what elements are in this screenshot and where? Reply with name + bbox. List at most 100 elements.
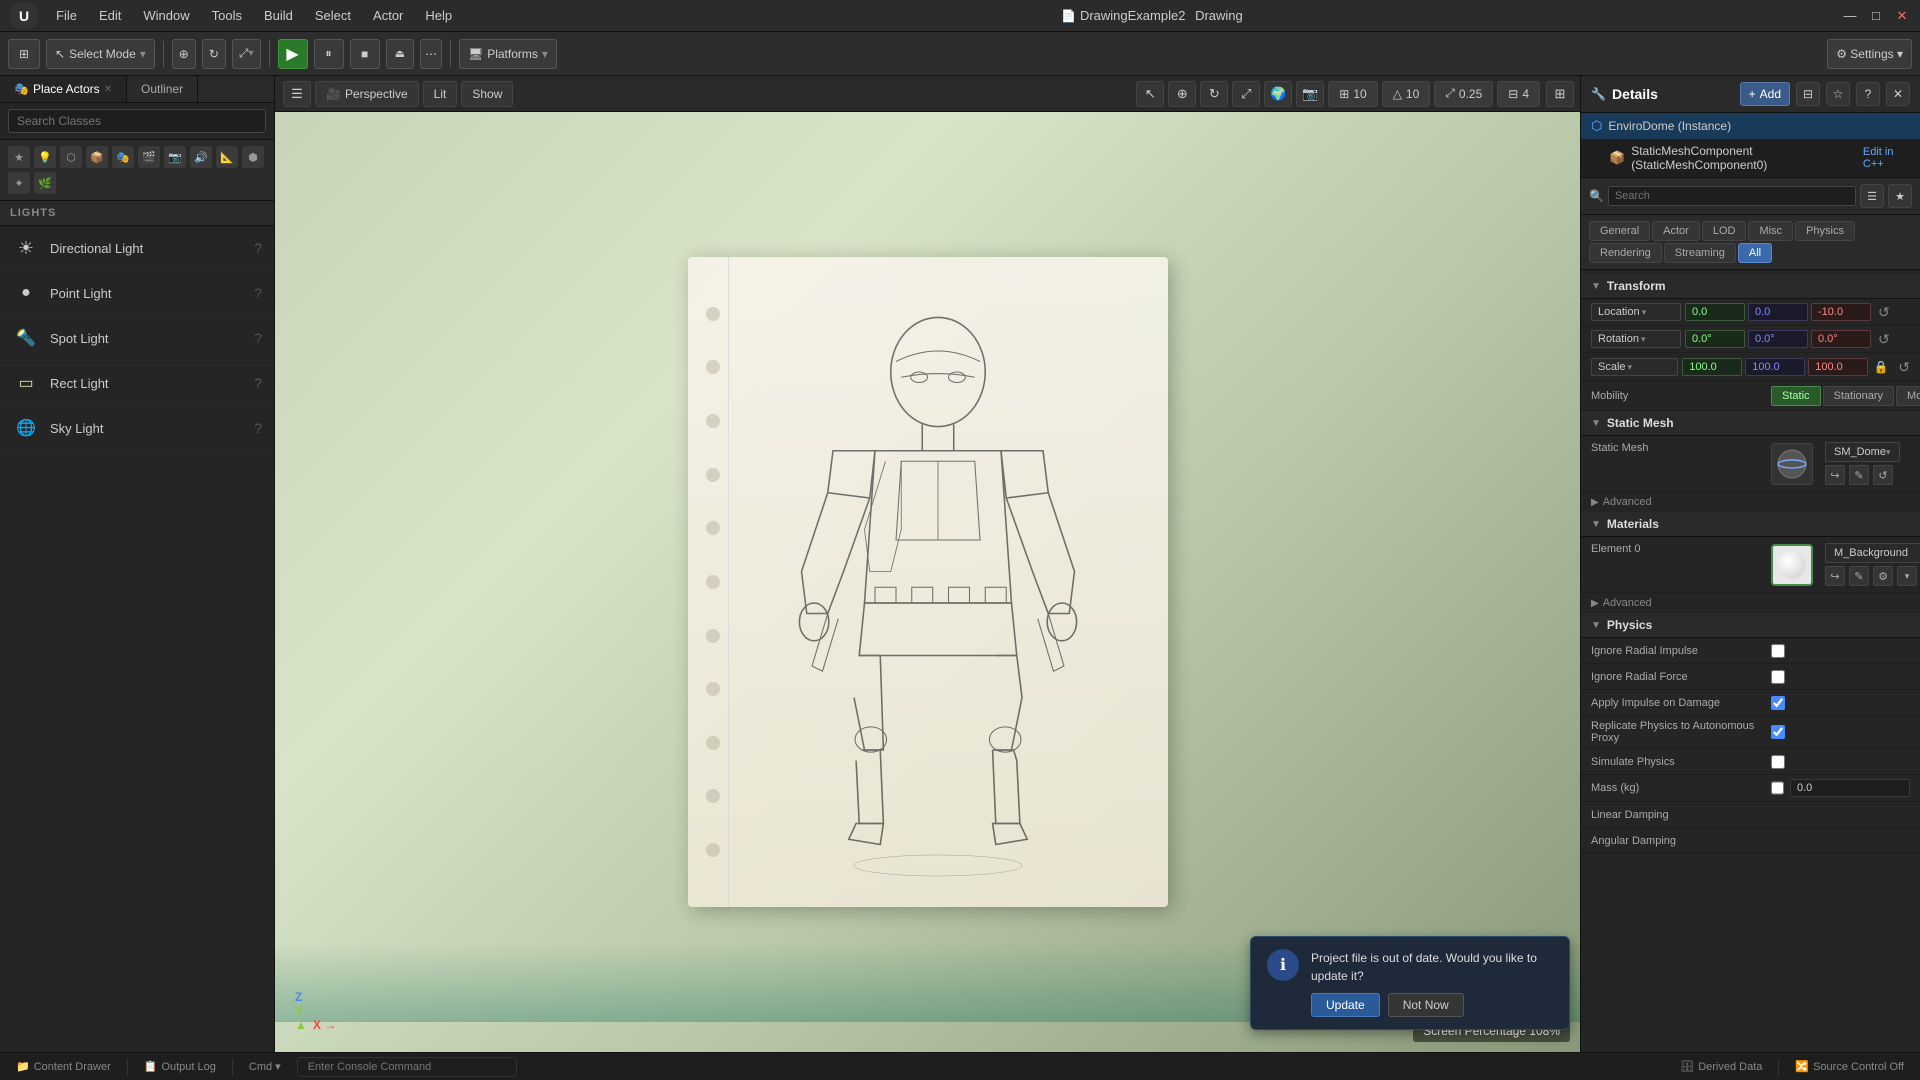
mesh-reset-icon[interactable]: ↺	[1873, 465, 1893, 485]
ignore-radial-force-checkbox[interactable]	[1771, 670, 1785, 684]
mobility-movable-button[interactable]: Movable	[1896, 386, 1920, 406]
camera-speed-icon[interactable]: 📷	[1296, 81, 1324, 107]
rotation-z-input[interactable]	[1811, 330, 1871, 348]
stop-button[interactable]: ■	[350, 39, 380, 69]
apply-impulse-checkbox[interactable]	[1771, 696, 1785, 710]
place-actors-close-icon[interactable]: ✕	[104, 84, 112, 95]
console-command-input[interactable]	[297, 1057, 517, 1077]
menu-file[interactable]: File	[46, 4, 87, 27]
static-mesh-section-header[interactable]: ▼ Static Mesh	[1581, 411, 1920, 436]
menu-window[interactable]: Window	[133, 4, 199, 27]
scale-z-input[interactable]	[1808, 358, 1868, 376]
rotation-x-input[interactable]	[1685, 330, 1745, 348]
spot-light-help-icon[interactable]: ?	[254, 330, 262, 346]
details-help-button[interactable]: ?	[1856, 82, 1880, 106]
filter-lights-icon[interactable]: 💡	[34, 146, 56, 168]
mass-input[interactable]	[1790, 779, 1910, 797]
viewport[interactable]: Z Y ▲ X → Screen Percentage 108%	[275, 112, 1580, 1052]
platforms-button[interactable]: 🖥 Platforms ▾	[459, 39, 557, 69]
minimize-button[interactable]: —	[1842, 8, 1858, 24]
location-reset-icon[interactable]: ↺	[1878, 304, 1890, 321]
rotation-reset-icon[interactable]: ↺	[1878, 331, 1890, 348]
material-navigate-icon[interactable]: ↪	[1825, 566, 1845, 586]
snap-translate-button[interactable]: ⊕	[172, 39, 196, 69]
actor-item-directional-light[interactable]: ☀ Directional Light ?	[0, 226, 274, 271]
play-button[interactable]: ▶	[278, 39, 308, 69]
menu-select[interactable]: Select	[305, 4, 361, 27]
filter-audio-icon[interactable]: 🔊	[190, 146, 212, 168]
tab-physics[interactable]: Physics	[1795, 221, 1855, 241]
snap-scale-button[interactable]: ⤢ ▾	[232, 39, 261, 69]
grid-size-button[interactable]: ⊞ 10	[1328, 81, 1377, 107]
physics-section-header[interactable]: ▼ Physics	[1581, 613, 1920, 638]
location-y-input[interactable]	[1748, 303, 1808, 321]
replicate-physics-checkbox[interactable]	[1771, 725, 1785, 739]
filter-actors-icon[interactable]: 🎭	[112, 146, 134, 168]
viewport-menu-button[interactable]: ☰	[283, 81, 311, 107]
filter-meshes-icon[interactable]: 📦	[86, 146, 108, 168]
snap-rotate-button[interactable]: ↻	[202, 39, 226, 69]
scale-dropdown[interactable]: Scale ▾	[1591, 358, 1678, 376]
sky-light-help-icon[interactable]: ?	[254, 420, 262, 436]
tab-streaming[interactable]: Streaming	[1664, 243, 1736, 263]
tab-actor[interactable]: Actor	[1652, 221, 1700, 241]
content-drawer-button[interactable]: 📁 Content Drawer	[10, 1058, 117, 1075]
show-button[interactable]: Show	[461, 81, 513, 107]
cmd-button[interactable]: Cmd ▾	[243, 1058, 287, 1075]
tab-misc[interactable]: Misc	[1748, 221, 1793, 241]
details-filter-icon[interactable]: ☰	[1860, 184, 1884, 208]
viewport-settings-icon[interactable]: ⊞	[1546, 81, 1574, 107]
scale-icon[interactable]: ⤢	[1232, 81, 1260, 107]
actor-item-sky-light[interactable]: 🌐 Sky Light ?	[0, 406, 274, 451]
scale-y-input[interactable]	[1745, 358, 1805, 376]
component-envirodome-instance[interactable]: ⬡ EnviroDome (Instance)	[1581, 113, 1920, 139]
scale-button[interactable]: ⤢ 0.25	[1434, 81, 1493, 107]
output-log-button[interactable]: 📋 Output Log	[138, 1058, 222, 1075]
close-button[interactable]: ✕	[1894, 8, 1910, 24]
angle-button[interactable]: △ 10	[1382, 81, 1431, 107]
actor-item-spot-light[interactable]: 🔦 Spot Light ?	[0, 316, 274, 361]
lit-button[interactable]: Lit	[423, 81, 458, 107]
filter-landscape-icon[interactable]: 🌿	[34, 172, 56, 194]
layers-button[interactable]: ⊟ 4	[1497, 81, 1540, 107]
filter-effects-icon[interactable]: ✦	[8, 172, 30, 194]
details-star-button[interactable]: ☆	[1826, 82, 1850, 106]
notification-update-button[interactable]: Update	[1311, 993, 1380, 1017]
eject-button[interactable]: ⏏	[386, 39, 414, 69]
actor-item-point-light[interactable]: ● Point Light ?	[0, 271, 274, 316]
location-dropdown[interactable]: Location ▾	[1591, 303, 1681, 321]
materials-advanced-row[interactable]: ▶ Advanced	[1581, 593, 1920, 613]
add-component-button[interactable]: + Add	[1740, 82, 1790, 106]
static-mesh-advanced-row[interactable]: ▶ Advanced	[1581, 492, 1920, 512]
location-z-input[interactable]	[1811, 303, 1871, 321]
menu-edit[interactable]: Edit	[89, 4, 131, 27]
menu-actor[interactable]: Actor	[363, 4, 413, 27]
perspective-button[interactable]: 🎥 Perspective	[315, 81, 419, 107]
details-close-button[interactable]: ✕	[1886, 82, 1910, 106]
mesh-edit-icon[interactable]: ✎	[1849, 465, 1869, 485]
settings-button[interactable]: ⚙ Settings ▾	[1827, 39, 1912, 69]
material-settings-icon[interactable]: ⚙	[1873, 566, 1893, 586]
mobility-static-button[interactable]: Static	[1771, 386, 1821, 406]
derived-data-button[interactable]: 🗄 Derived Data	[1674, 1058, 1768, 1075]
ignore-radial-impulse-checkbox[interactable]	[1771, 644, 1785, 658]
location-x-input[interactable]	[1685, 303, 1745, 321]
notification-not-now-button[interactable]: Not Now	[1388, 993, 1464, 1017]
tab-place-actors[interactable]: 🎭 Place Actors ✕	[0, 76, 127, 102]
details-star-filter-icon[interactable]: ★	[1888, 184, 1912, 208]
search-classes-input[interactable]	[8, 109, 266, 133]
point-light-help-icon[interactable]: ?	[254, 285, 262, 301]
material-edit-icon[interactable]: ✎	[1849, 566, 1869, 586]
material-dropdown[interactable]: M_Background ▾	[1825, 543, 1920, 563]
actor-item-rect-light[interactable]: ▭ Rect Light ?	[0, 361, 274, 406]
filter-shapes-icon[interactable]: ⬡	[60, 146, 82, 168]
details-search-input[interactable]	[1608, 186, 1856, 206]
menu-build[interactable]: Build	[254, 4, 303, 27]
pivot-icon[interactable]: ⊕	[1168, 81, 1196, 107]
maximize-button[interactable]: □	[1868, 8, 1884, 24]
filter-camera-icon[interactable]: 📷	[164, 146, 186, 168]
details-view-options-button[interactable]: ⊟	[1796, 82, 1820, 106]
menu-tools[interactable]: Tools	[202, 4, 252, 27]
mass-override-checkbox[interactable]	[1771, 781, 1784, 795]
translate-icon[interactable]: ↖	[1136, 81, 1164, 107]
